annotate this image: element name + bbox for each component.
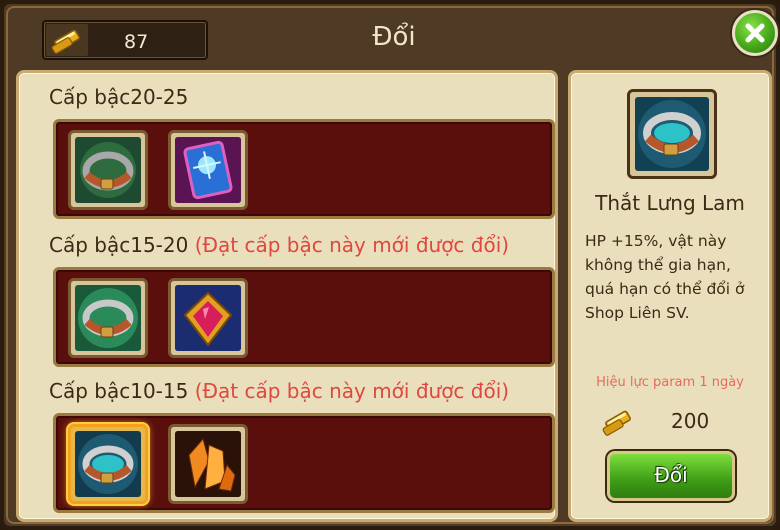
blue-belt-icon: [75, 431, 141, 497]
tier-range: Cấp bậc15-20: [49, 233, 189, 257]
tier-row: [53, 413, 555, 513]
item-price: 200: [597, 403, 747, 443]
close-button[interactable]: [732, 10, 778, 56]
item-slot[interactable]: [68, 278, 148, 358]
tier-label: Cấp bậc10-15 (Đạt cấp bậc này mới được đ…: [49, 379, 509, 403]
tier-label: Cấp bậc15-20 (Đạt cấp bậc này mới được đ…: [49, 233, 509, 257]
dialog-title: Đổi: [372, 22, 416, 52]
tier-range: Cấp bậc20-25: [49, 85, 189, 109]
belt-icon: [75, 137, 141, 203]
gold-bar-icon: [597, 403, 639, 443]
item-slot[interactable]: [168, 424, 248, 504]
rune-card-icon: [175, 137, 241, 203]
tier-list-panel: Cấp bậc20-25 Cấp bậc15-20 (Đạt cấp bậc n…: [16, 70, 558, 522]
tier-requirement: (Đạt cấp bậc này mới được đổi): [194, 379, 510, 403]
item-validity: Hiệu lực param 1 ngày: [596, 375, 744, 390]
teal-belt-icon: [75, 285, 141, 351]
item-detail-panel: Thắt Lưng Lam HP +15%, vật này không thể…: [568, 70, 772, 522]
price-value: 200: [671, 409, 710, 433]
tier-row: [53, 119, 555, 219]
item-slot[interactable]: [168, 130, 248, 210]
currency-display: 87: [42, 20, 208, 60]
item-slot[interactable]: [168, 278, 248, 358]
exchange-button[interactable]: Đổi: [607, 451, 735, 501]
tier-requirement: (Đạt cấp bậc này mới được đổi): [194, 233, 510, 257]
item-slot[interactable]: [68, 130, 148, 210]
tier-row: [53, 267, 555, 367]
exchange-dialog: 87 Đổi Cấp bậc20-25 Cấp bậc15-20 (Đạt cấ…: [0, 0, 780, 530]
item-description: HP +15%, vật này không thể gia hạn, quá …: [585, 232, 745, 322]
tier-range: Cấp bậc10-15: [49, 379, 189, 403]
ruby-amulet-icon: [175, 285, 241, 351]
tier-label: Cấp bậc20-25: [49, 85, 188, 109]
currency-amount: 87: [124, 31, 149, 53]
close-icon: [745, 23, 765, 43]
gold-bar-icon: [46, 24, 88, 56]
item-slot-selected[interactable]: [68, 424, 148, 504]
amber-crystal-icon: [175, 431, 241, 497]
blue-belt-icon: [635, 97, 709, 171]
item-name: Thắt Lưng Lam: [595, 191, 745, 215]
detail-item-slot: [627, 89, 717, 179]
